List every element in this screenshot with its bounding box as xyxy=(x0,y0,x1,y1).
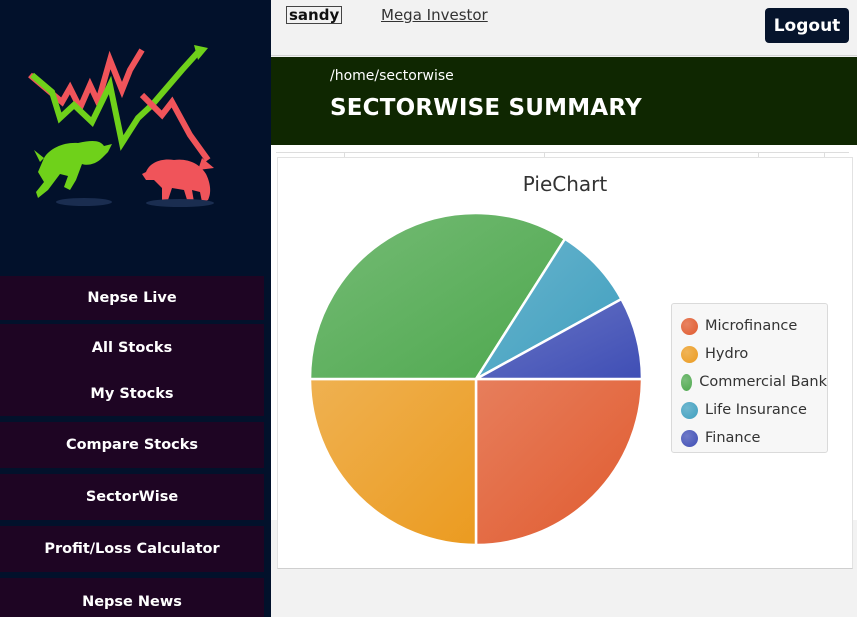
legend-label: Commercial Bank xyxy=(699,374,827,390)
nav-label: All Stocks xyxy=(91,340,173,356)
legend-item[interactable]: Finance xyxy=(672,424,827,452)
pie-slice-microfinance[interactable] xyxy=(474,377,644,547)
logout-button[interactable]: Logout xyxy=(765,8,849,43)
nav-all-stocks[interactable]: All Stocks xyxy=(0,324,264,372)
nav-label: SectorWise xyxy=(85,489,179,505)
nav-nepse-news[interactable]: Nepse News xyxy=(0,578,264,617)
legend-swatch xyxy=(681,429,698,447)
legend-swatch xyxy=(681,345,698,363)
legend-label: Microfinance xyxy=(705,318,798,334)
nav-label: Nepse Live xyxy=(87,290,177,306)
bull-bear-logo xyxy=(28,45,214,207)
nav-label: Profit/Loss Calculator xyxy=(44,541,220,557)
page-title: SECTORWISE SUMMARY xyxy=(330,95,642,121)
legend-label: Finance xyxy=(705,430,761,446)
legend-swatch xyxy=(681,373,693,391)
nav-label: Compare Stocks xyxy=(65,437,199,453)
nav-my-stocks[interactable]: My Stocks xyxy=(0,372,264,416)
nav-compare-stocks[interactable]: Compare Stocks xyxy=(0,422,264,468)
legend-swatch xyxy=(681,317,698,335)
legend-label: Life Insurance xyxy=(705,402,807,418)
legend-swatch xyxy=(681,401,698,419)
nav-sectorwise[interactable]: SectorWise xyxy=(0,474,264,520)
pie-slice-hydro[interactable] xyxy=(308,377,478,547)
nav-profit-loss-calculator[interactable]: Profit/Loss Calculator xyxy=(0,526,264,572)
nav-label: Nepse News xyxy=(82,593,182,610)
user-role-link[interactable]: Mega Investor xyxy=(381,6,488,24)
legend-label: Hydro xyxy=(705,346,749,362)
legend-item[interactable]: Commercial Bank xyxy=(672,368,827,396)
legend-item[interactable]: Hydro xyxy=(672,340,827,368)
top-bar: sandy Mega Investor Logout xyxy=(271,0,857,56)
pie-chart-card: PieChart Microfinance Hydro Commercial Ban… xyxy=(277,157,853,569)
page-banner: /home/sectorwise SECTORWISE SUMMARY xyxy=(271,57,857,145)
legend-item[interactable]: Life Insurance xyxy=(672,396,827,424)
username[interactable]: sandy xyxy=(286,6,343,24)
nav-label: My Stocks xyxy=(90,386,174,402)
nav-nepse-live[interactable]: Nepse Live xyxy=(0,276,264,320)
breadcrumb: /home/sectorwise xyxy=(330,68,454,84)
chart-legend: Microfinance Hydro Commercial Bank Life Ins… xyxy=(671,303,828,453)
sidebar: Nepse Live All Stocks My Stocks Compare … xyxy=(0,0,271,617)
legend-item[interactable]: Microfinance xyxy=(672,312,827,340)
